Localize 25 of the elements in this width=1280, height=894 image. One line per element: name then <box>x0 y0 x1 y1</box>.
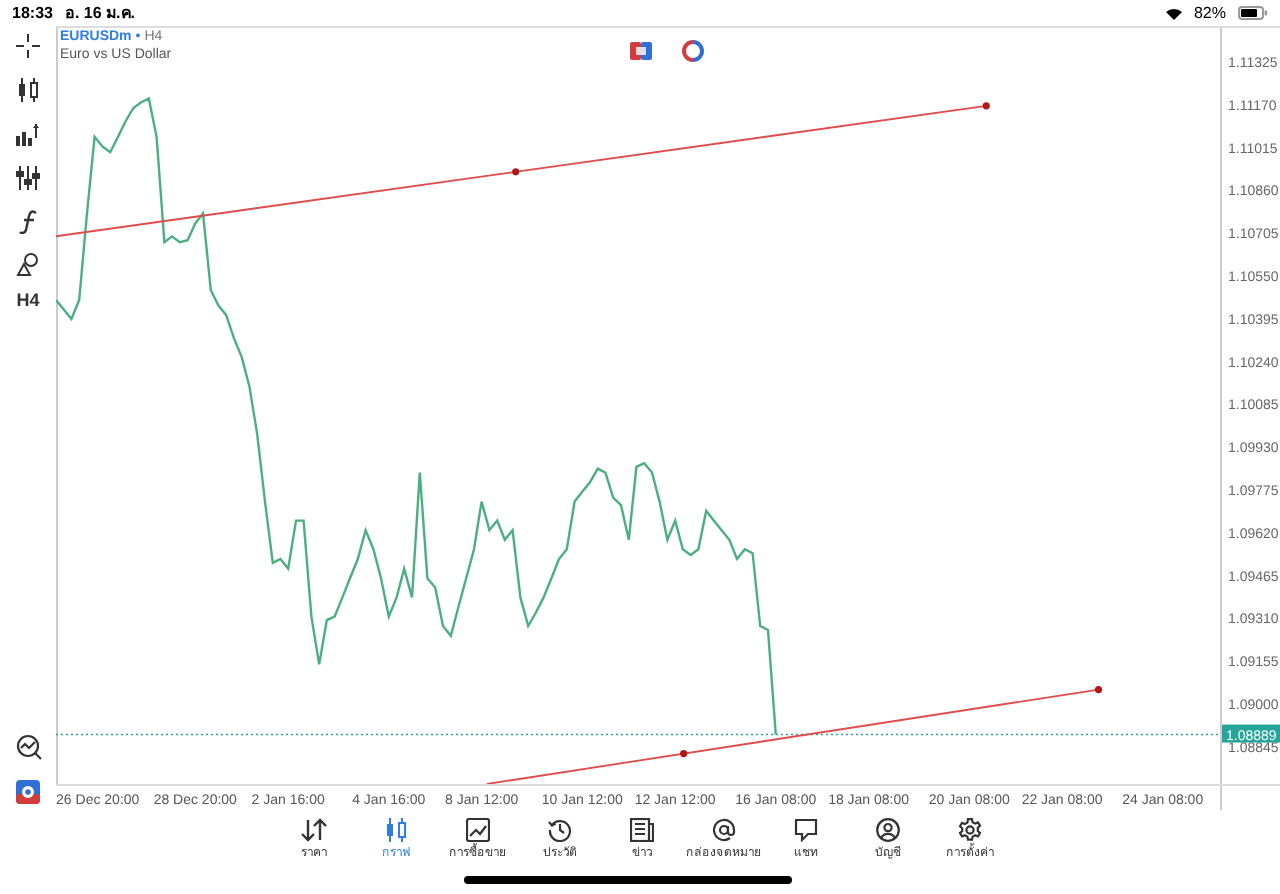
settings-icon <box>958 818 982 842</box>
timeframe-button[interactable]: H4 <box>16 292 40 310</box>
sliders-icon[interactable] <box>16 166 40 190</box>
user-circle-icon <box>876 818 900 842</box>
crosshair-icon[interactable] <box>16 34 40 58</box>
indicator-bars-icon[interactable] <box>16 122 40 146</box>
ring-icon[interactable] <box>682 40 704 62</box>
newspaper-icon <box>630 818 654 842</box>
status-time: 18:33 <box>12 1 53 25</box>
split-square-icon[interactable] <box>630 42 652 60</box>
up-down-arrows-icon <box>300 818 328 842</box>
shapes-icon[interactable] <box>16 252 40 276</box>
chart-search-icon[interactable] <box>15 734 41 760</box>
candlestick-icon[interactable] <box>16 78 40 102</box>
history-clock-icon <box>548 818 572 842</box>
battery-icon <box>1238 6 1268 20</box>
candlestick-icon <box>384 818 408 842</box>
battery-level: 82% <box>1193 1 1226 25</box>
at-sign-icon <box>712 818 736 842</box>
status-date: อ. 16 ม.ค. <box>64 1 135 25</box>
app-logo-icon[interactable] <box>16 780 40 804</box>
chat-bubble-icon <box>794 818 818 842</box>
line-chart-icon <box>466 818 490 842</box>
function-icon[interactable] <box>18 210 38 234</box>
wifi-icon <box>1165 7 1182 19</box>
